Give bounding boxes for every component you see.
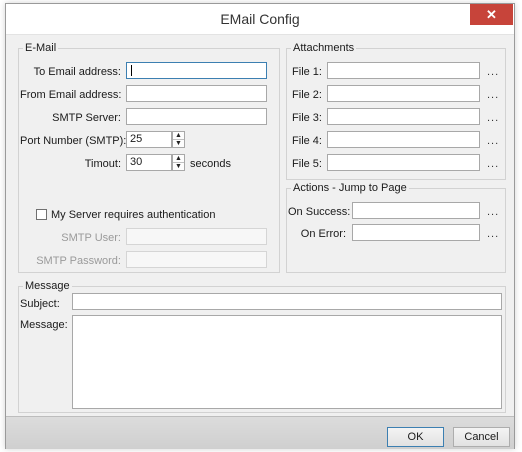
message-textarea[interactable] <box>72 315 502 409</box>
on-success-browse-button[interactable]: ... <box>487 206 499 218</box>
on-success-label: On Success: <box>288 206 351 218</box>
smtp-server-input[interactable] <box>126 108 267 125</box>
to-email-label: To Email address: <box>33 66 121 78</box>
cancel-button[interactable]: Cancel <box>453 427 510 447</box>
file-3-input[interactable] <box>327 108 480 125</box>
spin-down-icon[interactable]: ▼ <box>173 140 184 147</box>
attachments-group-legend: Attachments <box>293 42 355 54</box>
spin-up-icon[interactable]: ▲ <box>173 132 184 140</box>
file-5-browse-button[interactable]: ... <box>487 158 499 170</box>
file-3-label: File 3: <box>292 112 322 124</box>
auth-checkbox[interactable] <box>36 209 47 220</box>
smtp-server-label: SMTP Server: <box>52 112 121 124</box>
file-4-label: File 4: <box>292 135 322 147</box>
message-label: Message: <box>20 319 68 331</box>
button-bar: OK Cancel <box>6 416 514 449</box>
file-4-input[interactable] <box>327 131 480 148</box>
email-config-dialog: EMail Config ✕ E-Mail To Email address: … <box>5 3 515 449</box>
to-email-input[interactable] <box>126 62 267 79</box>
timeout-label: Timout: <box>84 158 121 170</box>
smtp-user-input[interactable] <box>126 228 267 245</box>
on-error-browse-button[interactable]: ... <box>487 228 499 240</box>
close-button[interactable]: ✕ <box>470 4 513 25</box>
window-title: EMail Config <box>220 11 300 27</box>
file-2-label: File 2: <box>292 89 322 101</box>
auth-label[interactable]: My Server requires authentication <box>51 209 215 221</box>
file-1-browse-button[interactable]: ... <box>487 66 499 78</box>
subject-input[interactable] <box>72 293 502 310</box>
actions-group-legend: Actions - Jump to Page <box>293 182 407 194</box>
file-2-browse-button[interactable]: ... <box>487 89 499 101</box>
file-3-browse-button[interactable]: ... <box>487 112 499 124</box>
file-1-label: File 1: <box>292 66 322 78</box>
port-input[interactable]: 25 <box>126 131 172 148</box>
file-2-input[interactable] <box>327 85 480 102</box>
on-error-label: On Error: <box>300 228 346 240</box>
spin-down-icon[interactable]: ▼ <box>173 163 184 170</box>
on-error-input[interactable] <box>352 224 480 241</box>
close-icon: ✕ <box>486 7 497 22</box>
spin-up-icon[interactable]: ▲ <box>173 155 184 163</box>
ok-button[interactable]: OK <box>387 427 444 447</box>
timeout-spinner[interactable]: ▲ ▼ <box>172 154 185 171</box>
timeout-unit-label: seconds <box>190 158 231 170</box>
message-group-legend: Message <box>25 280 70 292</box>
from-email-input[interactable] <box>126 85 267 102</box>
smtp-user-label: SMTP User: <box>61 232 121 244</box>
title-bar: EMail Config ✕ <box>6 4 514 35</box>
smtp-password-input[interactable] <box>126 251 267 268</box>
file-5-input[interactable] <box>327 154 480 171</box>
file-1-input[interactable] <box>327 62 480 79</box>
email-group-legend: E-Mail <box>25 42 57 54</box>
smtp-password-label: SMTP Password: <box>36 255 121 267</box>
on-success-input[interactable] <box>352 202 480 219</box>
file-5-label: File 5: <box>292 158 322 170</box>
port-label: Port Number (SMTP): <box>20 135 127 147</box>
file-4-browse-button[interactable]: ... <box>487 135 499 147</box>
port-spinner[interactable]: ▲ ▼ <box>172 131 185 148</box>
subject-label: Subject: <box>20 298 60 310</box>
from-email-label: From Email address: <box>20 89 122 101</box>
text-caret <box>131 65 132 76</box>
timeout-input[interactable]: 30 <box>126 154 172 171</box>
